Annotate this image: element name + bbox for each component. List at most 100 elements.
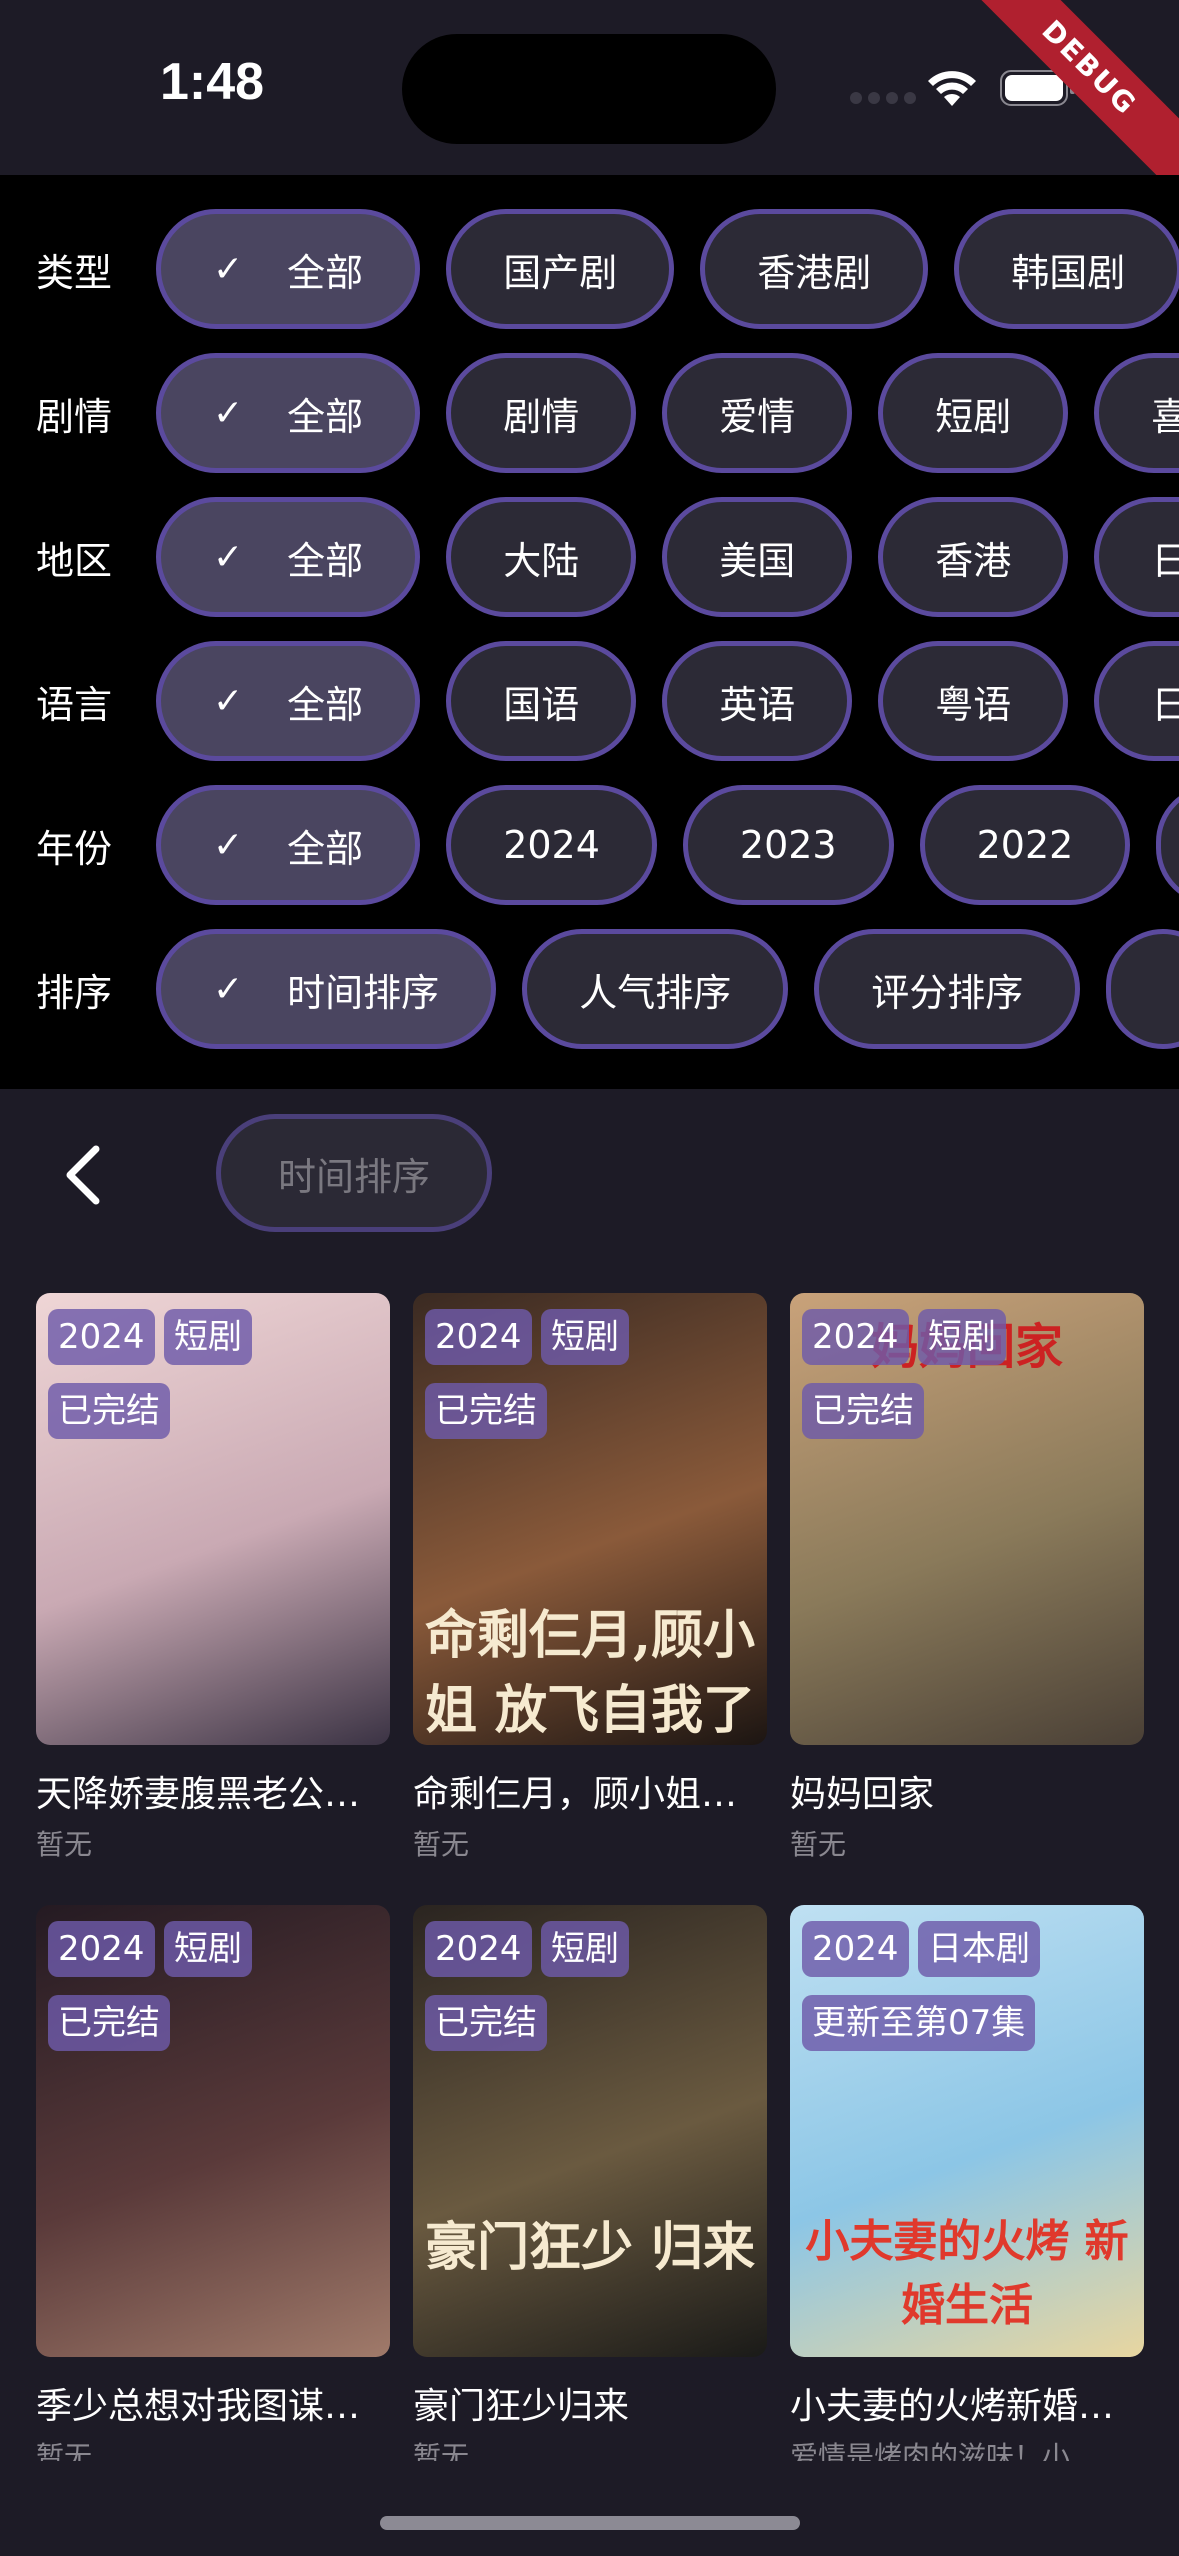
status-badge: 已完结 [425, 1383, 547, 1439]
status-bar: 1:48 DEBUG [0, 0, 1179, 216]
poster-title-art: 小夫妻的火烤 新婚生活 [805, 2216, 1129, 2331]
genre-badge: 日本剧 [918, 1921, 1040, 1977]
drama-card[interactable]: 2024 短剧已完结天降娇妻腹黑老公… 暂无 [36, 1293, 390, 1883]
filter-chip[interactable]: 2022 [919, 785, 1131, 905]
status-badge: 已完结 [48, 1383, 170, 1439]
drama-subtitle: 暂无 [413, 1828, 470, 1861]
filter-chip-label: 喜 [1151, 394, 1179, 439]
filter-chip[interactable] [1156, 785, 1179, 905]
filter-row: 地区 ✓ 全部 大陆 美国 香港 日 [0, 497, 1179, 617]
filter-chip[interactable]: 爱情 [662, 353, 853, 473]
filter-chip-label: 评分排序 [871, 970, 1024, 1015]
filter-chip-label: 国产剧 [503, 250, 618, 295]
filter-chip[interactable]: 2024 [446, 785, 657, 905]
filter-chip-selected[interactable]: ✓ 全部 [156, 785, 421, 905]
genre-badge: 短剧 [541, 1921, 629, 1977]
drama-card[interactable]: 豪门狂少 归来 2024 短剧 已完结 豪门狂少归来 暂无 [413, 1905, 767, 2495]
drama-title: 妈妈回家 [790, 1774, 935, 1815]
filter-chip[interactable]: 国语 [446, 641, 637, 761]
filter-chips: ✓ 全部 大陆 美国 香港 日 [156, 497, 1179, 617]
filter-chip[interactable]: 英语 [662, 641, 853, 761]
filter-chip-label: 全部 [287, 250, 364, 295]
filter-chip[interactable]: 香港剧 [700, 209, 929, 329]
drama-subtitle: 爱情是烤肉的滋味！小… [790, 2440, 1099, 2461]
genre-badge: 短剧 [918, 1309, 1006, 1365]
filter-chip[interactable]: 喜 [1094, 353, 1179, 473]
year-badge: 2024 [802, 1921, 909, 1977]
filter-chip-label: 剧情 [503, 394, 580, 439]
wifi-icon [928, 71, 976, 106]
filter-chip-label: 人气排序 [579, 970, 732, 1015]
drama-card[interactable]: 妈妈回家2024短剧已完结妈妈回家暂无 [790, 1293, 1144, 1883]
filter-chip[interactable]: 香港 [878, 497, 1069, 617]
filter-chip[interactable]: 韩国剧 [954, 209, 1179, 329]
filter-chip[interactable]: 粤语 [878, 641, 1069, 761]
filter-chip[interactable]: 人气排序 [522, 929, 789, 1049]
status-time: 1:48 [160, 53, 265, 111]
drama-card[interactable]: 命剩仨月,顾小姐 放飞自我了 2024 短剧 已完结 命剩仨月，顾小姐… 暂无 [413, 1293, 767, 1883]
poster-title-art: 命剩仨月,顾小姐 放飞自我了 [424, 1605, 756, 1741]
drama-subtitle: 暂无 [413, 2440, 470, 2461]
filter-chip-label: 日 [1151, 538, 1179, 583]
filter-chips: ✓ 全部 国产剧 香港剧 韩国剧 [156, 209, 1179, 329]
filter-chip[interactable]: 评分排序 [814, 929, 1081, 1049]
filter-chip[interactable]: 美国 [662, 497, 853, 617]
sort-bar [0, 1089, 1179, 1289]
home-indicator[interactable] [380, 2516, 800, 2530]
filter-chip-label: 日 [1151, 682, 1179, 727]
filter-chip[interactable]: 2023 [682, 785, 894, 905]
filter-chip-selected[interactable]: ✓ 全部 [156, 209, 421, 329]
filter-chip-label: 2023 [739, 823, 837, 867]
genre-badge: 短剧 [541, 1309, 629, 1365]
drama-card[interactable]: 2024 短剧 已完结 季少总想对我图谋… 暂无 [36, 1905, 390, 2495]
filter-chip-label: 韩国剧 [1011, 250, 1126, 295]
drama-card[interactable]: 小夫妻的火烤 新婚生活 2024 日本剧更新至第07集小夫妻的火烤新婚… 爱情是烤肉的… [790, 1905, 1144, 2495]
filter-chip-selected[interactable]: ✓ 时间排序 [156, 929, 497, 1049]
filter-chip-label: 全部 [287, 538, 364, 583]
filter-chip[interactable]: 剧情 [446, 353, 637, 473]
filter-chip-label: 爱情 [719, 394, 796, 439]
status-badge: 已完结 [425, 1995, 547, 2051]
dynamic-island [402, 34, 776, 144]
drama-title: 小夫妻的火烤新婚… [790, 2386, 1115, 2427]
poster-image[interactable]: 小夫妻的火烤 新婚生活 2024 日本剧更新至第07集 [790, 1905, 1144, 2357]
current-sort-chip[interactable]: 时间排序 [216, 1114, 492, 1232]
year-badge: 2024 [48, 1309, 155, 1365]
filter-chip-selected[interactable]: ✓ 全部 [156, 641, 421, 761]
check-icon: ✓ [213, 824, 244, 866]
filter-label: 地区 [36, 538, 113, 583]
check-icon: ✓ [213, 680, 244, 722]
filter-chip-label: 全部 [287, 826, 364, 871]
year-badge: 2024 [48, 1921, 155, 1977]
drama-subtitle: 暂无 [36, 2440, 93, 2461]
filter-chip[interactable]: 日 [1094, 497, 1179, 617]
filter-row: 类型 ✓ 全部 国产剧 香港剧 韩国剧 [0, 209, 1179, 329]
filter-row: 语言 ✓ 全部 国语 英语 粤语 日 [0, 641, 1179, 761]
filter-chip-selected[interactable]: ✓ 全部 [156, 497, 421, 617]
drama-subtitle: 暂无 [36, 1828, 93, 1861]
filter-chip[interactable] [1106, 929, 1179, 1049]
poster-image[interactable]: 2024 短剧已完结 [36, 1293, 390, 1745]
drama-title: 命剩仨月，顾小姐… [413, 1774, 738, 1815]
filter-chip[interactable]: 国产剧 [446, 209, 675, 329]
filter-chip-selected[interactable]: ✓ 全部 [156, 353, 421, 473]
cellular-signal-icon [850, 92, 916, 104]
filter-chip[interactable]: 短剧 [878, 353, 1069, 473]
drama-title: 天降娇妻腹黑老公… [36, 1774, 361, 1815]
check-icon: ✓ [213, 536, 244, 578]
status-badge: 更新至第07集 [802, 1995, 1036, 2051]
status-badge: 已完结 [802, 1383, 924, 1439]
genre-badge: 短剧 [164, 1309, 252, 1365]
filter-row: 剧情 ✓ 全部 剧情 爱情 短剧 喜 [0, 353, 1179, 473]
back-chevron-icon[interactable] [62, 1145, 110, 1205]
filter-chip-label: 国语 [503, 682, 580, 727]
poster-image[interactable]: 命剩仨月,顾小姐 放飞自我了 2024 短剧 已完结 [413, 1293, 767, 1745]
poster-image[interactable]: 2024 短剧 已完结 [36, 1905, 390, 2357]
poster-image[interactable]: 妈妈回家2024短剧已完结 [790, 1293, 1144, 1745]
filter-row: 排序 ✓ 时间排序 人气排序 评分排序 [0, 929, 1179, 1049]
filter-chip[interactable]: 大陆 [446, 497, 637, 617]
filter-chip[interactable]: 日 [1094, 641, 1179, 761]
poster-image[interactable]: 豪门狂少 归来 2024 短剧 已完结 [413, 1905, 767, 2357]
filter-chip-label: 全部 [287, 682, 364, 727]
year-badge: 2024 [425, 1921, 532, 1977]
